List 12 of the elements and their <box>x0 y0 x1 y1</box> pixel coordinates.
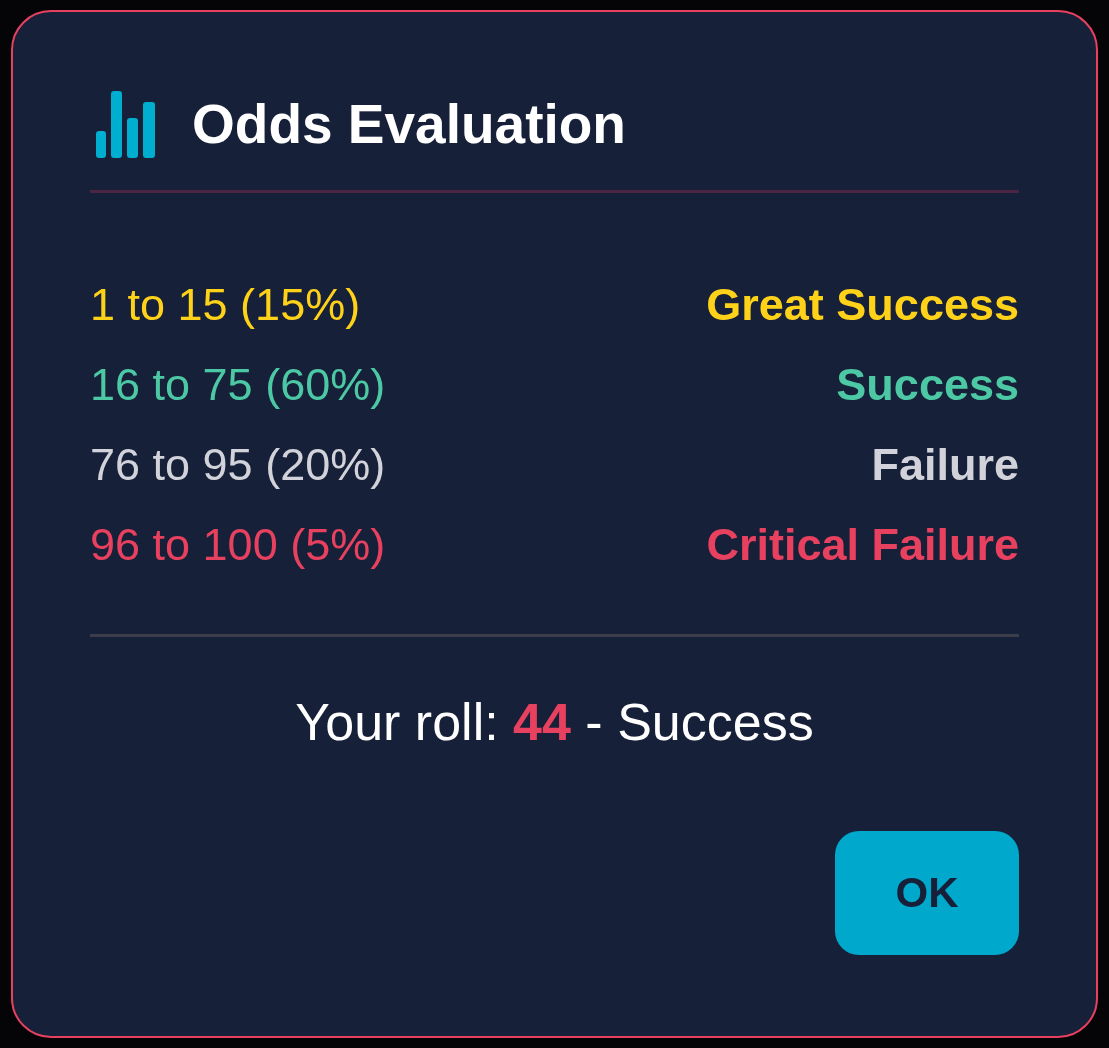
outcome-label: Success <box>836 361 1019 409</box>
roll-range-text: 96 to 100 (5%) <box>90 521 386 569</box>
outcome-label: Failure <box>871 441 1019 489</box>
roll-range-text: 16 to 75 (60%) <box>90 361 386 409</box>
roll-result-text: Your roll: 44 - Success <box>294 692 815 752</box>
outcome-label: Critical Failure <box>706 521 1019 569</box>
ok-button[interactable]: OK <box>835 831 1019 955</box>
outcome-label: Great Success <box>706 281 1019 329</box>
bar-chart-icon <box>96 91 155 158</box>
dialog-title: Odds Evaluation <box>192 97 626 152</box>
roll-range-text: 76 to 95 (20%) <box>90 441 386 489</box>
roll-range-text: 1 to 15 (15%) <box>90 281 361 329</box>
